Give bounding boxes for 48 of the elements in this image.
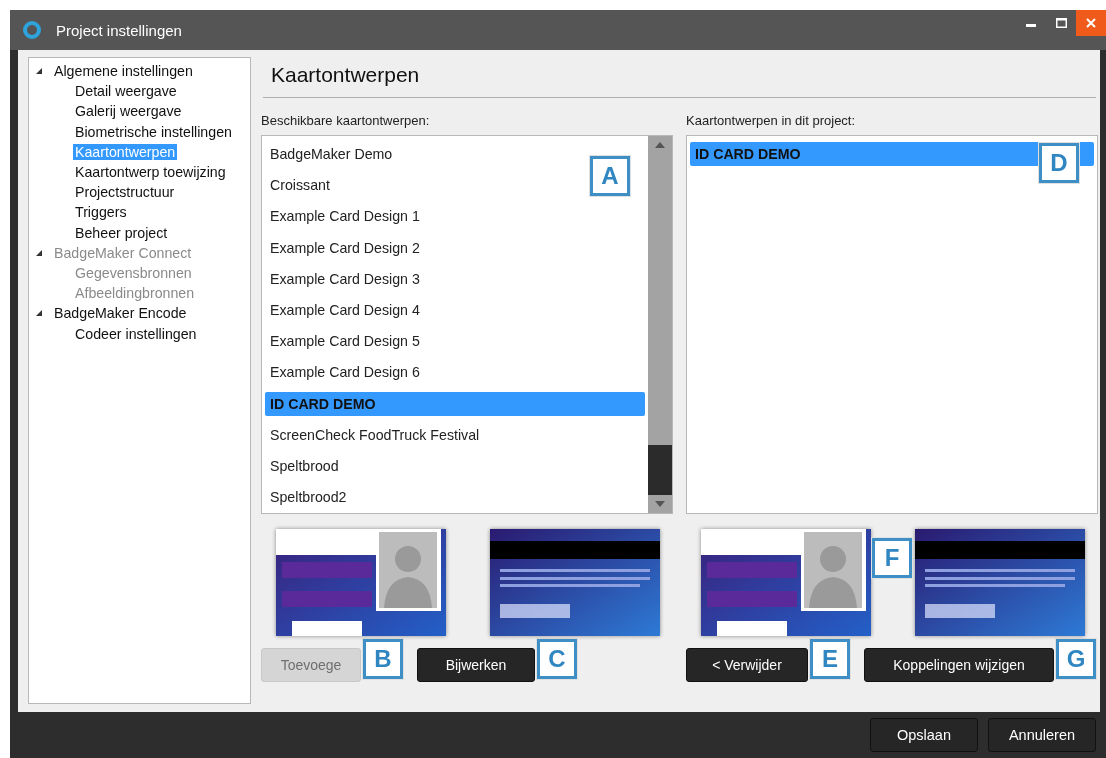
- action-button[interactable]: Koppelingen wijzigen: [864, 648, 1054, 682]
- footer-button[interactable]: Annuleren: [988, 718, 1096, 752]
- list-item[interactable]: Example Card Design 1: [265, 201, 426, 233]
- close-button[interactable]: [1076, 10, 1106, 36]
- expand-triangle-icon[interactable]: [35, 309, 43, 318]
- tree-item[interactable]: BadgeMaker Encode: [52, 305, 189, 322]
- scroll-up-icon[interactable]: [655, 142, 665, 148]
- list-item[interactable]: Example Card Design 4: [265, 294, 426, 327]
- maximize-icon: [1055, 18, 1067, 28]
- list-item[interactable]: Example Card Design 5: [265, 326, 426, 358]
- tree-item[interactable]: Triggers: [73, 204, 129, 221]
- footer-button[interactable]: Opslaan: [870, 718, 978, 752]
- tree-item[interactable]: Detail weergave: [73, 83, 179, 100]
- list-item[interactable]: Example Card Design 3: [265, 263, 426, 295]
- callout-label: F: [872, 538, 912, 578]
- callout-label: E: [810, 639, 850, 679]
- tree-item[interactable]: Beheer project: [73, 224, 170, 241]
- page-title: Kaartontwerpen: [263, 57, 1096, 98]
- callout-label: D: [1039, 143, 1079, 183]
- callout-label: G: [1056, 639, 1096, 679]
- list-heading: Kaartontwerpen in dit project:: [686, 113, 857, 130]
- callout-label: A: [590, 156, 630, 196]
- scroll-down-icon[interactable]: [655, 501, 665, 507]
- callout-label: B: [363, 639, 403, 679]
- tree-item[interactable]: Projectstructuur: [73, 184, 177, 201]
- tree-item[interactable]: Kaartontwerp toewijzing: [73, 164, 228, 181]
- list-item[interactable]: Croissant: [265, 170, 336, 202]
- window-title: Project instellingen: [56, 21, 182, 39]
- close-icon: [1086, 18, 1096, 28]
- tree-item[interactable]: Galerij weergave: [73, 103, 184, 120]
- list-item[interactable]: Example Card Design 6: [265, 357, 426, 389]
- tree-item[interactable]: Codeer instellingen: [73, 325, 199, 342]
- action-button[interactable]: < Verwijder: [686, 648, 808, 682]
- list-item[interactable]: Speltbrood: [265, 450, 345, 482]
- list-heading: Beschikbare kaartontwerpen:: [261, 113, 431, 130]
- scrollbar-thumb[interactable]: [648, 445, 672, 495]
- list-item[interactable]: ID CARD DEMO: [265, 391, 645, 416]
- list-item[interactable]: BadgeMaker Demo: [265, 139, 399, 171]
- action-button[interactable]: Bijwerken: [417, 648, 535, 682]
- callout-label: C: [537, 639, 577, 679]
- scrollbar[interactable]: [648, 136, 672, 513]
- ring-logo-icon: [22, 20, 42, 40]
- tree-item[interactable]: Algemene instellingen: [52, 63, 195, 80]
- list-item[interactable]: ScreenCheck FoodTruck Festival: [265, 419, 486, 451]
- list-item[interactable]: Speltbrood2: [265, 481, 353, 514]
- list-item[interactable]: Example Card Design 2: [265, 232, 426, 264]
- tree-item[interactable]: Biometrische instellingen: [73, 123, 234, 140]
- expand-triangle-icon[interactable]: [35, 67, 43, 76]
